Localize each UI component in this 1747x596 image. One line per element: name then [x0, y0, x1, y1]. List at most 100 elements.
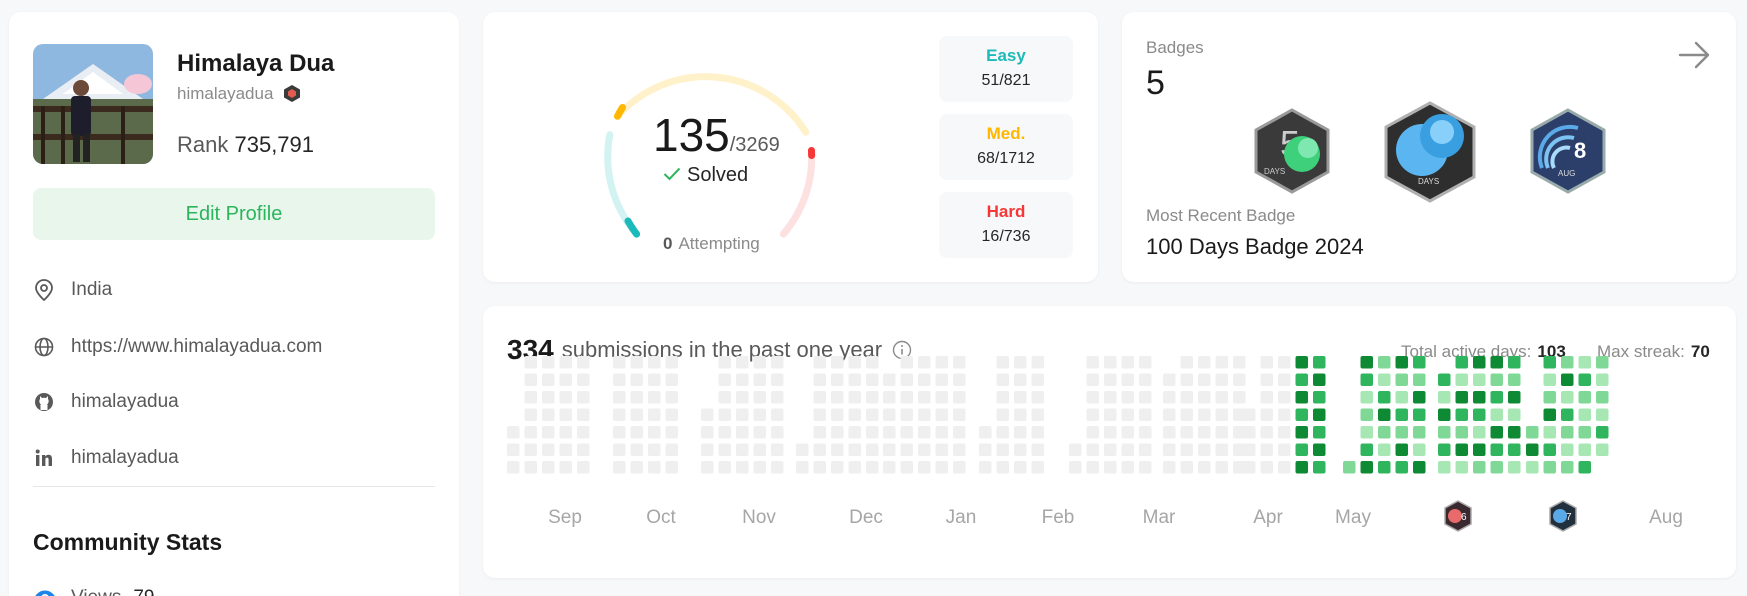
- heatmap-day[interactable]: [665, 461, 679, 474]
- heatmap-day[interactable]: [1086, 356, 1100, 369]
- heatmap-day[interactable]: [630, 391, 644, 404]
- heatmap-day[interactable]: [1260, 426, 1274, 439]
- heatmap-day[interactable]: [831, 408, 844, 422]
- heatmap-day[interactable]: [559, 408, 573, 422]
- heatmap-day[interactable]: [1413, 391, 1426, 404]
- heatmap-day[interactable]: [524, 391, 538, 404]
- heatmap-day[interactable]: [996, 356, 1010, 369]
- heatmap-day[interactable]: [648, 461, 661, 474]
- heatmap-day[interactable]: [1086, 373, 1100, 387]
- heatmap-day[interactable]: [736, 426, 749, 439]
- heatmap-day[interactable]: [1360, 356, 1374, 369]
- heatmap-day[interactable]: [630, 461, 644, 474]
- heatmap-day[interactable]: [1215, 391, 1229, 404]
- heatmap-day[interactable]: [542, 356, 555, 369]
- heatmap-day[interactable]: [996, 461, 1010, 474]
- heatmap-day[interactable]: [1395, 426, 1409, 439]
- heatmap-day[interactable]: [648, 426, 661, 439]
- heatmap-day[interactable]: [1395, 373, 1409, 387]
- heatmap-day[interactable]: [630, 443, 644, 457]
- heatmap-day[interactable]: [1561, 373, 1574, 387]
- heatmap-day[interactable]: [1378, 426, 1391, 439]
- heatmap-day[interactable]: [1139, 408, 1152, 422]
- heatmap-day[interactable]: [771, 408, 784, 422]
- heatmap-day[interactable]: [524, 408, 538, 422]
- heatmap-day[interactable]: [718, 373, 732, 387]
- heatmap-day[interactable]: [507, 461, 520, 474]
- heatmap-day[interactable]: [1243, 443, 1256, 457]
- heatmap-day[interactable]: [1014, 443, 1027, 457]
- heatmap-day[interactable]: [771, 443, 784, 457]
- heatmap-day[interactable]: [831, 356, 844, 369]
- heatmap-day[interactable]: [900, 426, 914, 439]
- heatmap-day[interactable]: [1378, 356, 1391, 369]
- heatmap-day[interactable]: [900, 408, 914, 422]
- heatmap-day[interactable]: [771, 373, 784, 387]
- heatmap-day[interactable]: [613, 443, 626, 457]
- heatmap-day[interactable]: [1295, 443, 1309, 457]
- heatmap-day[interactable]: [542, 408, 555, 422]
- linkedin-row[interactable]: himalayadua: [33, 443, 179, 473]
- month-badge-jul-icon[interactable]: 7: [1549, 500, 1577, 532]
- heatmap-day[interactable]: [1578, 373, 1592, 387]
- heatmap-day[interactable]: [1473, 408, 1486, 422]
- heatmap-day[interactable]: [1395, 391, 1409, 404]
- heatmap-day[interactable]: [1278, 373, 1291, 387]
- heatmap-day[interactable]: [1233, 391, 1246, 404]
- heatmap-day[interactable]: [736, 356, 749, 369]
- heatmap-day[interactable]: [613, 356, 626, 369]
- heatmap-day[interactable]: [1163, 391, 1176, 404]
- heatmap-day[interactable]: [848, 461, 862, 474]
- heatmap-day[interactable]: [1578, 356, 1592, 369]
- heatmap-day[interactable]: [701, 461, 714, 474]
- heatmap-day[interactable]: [1139, 443, 1152, 457]
- heatmap-day[interactable]: [753, 373, 767, 387]
- heatmap-day[interactable]: [996, 408, 1010, 422]
- heatmap-day[interactable]: [1596, 391, 1609, 404]
- heatmap-day[interactable]: [559, 426, 573, 439]
- heatmap-day[interactable]: [1508, 356, 1521, 369]
- heatmap-day[interactable]: [559, 356, 573, 369]
- heatmap-day[interactable]: [900, 461, 914, 474]
- heatmap-day[interactable]: [1360, 461, 1374, 474]
- heatmap-day[interactable]: [1596, 373, 1609, 387]
- heatmap-day[interactable]: [1313, 426, 1326, 439]
- heatmap-day[interactable]: [1086, 443, 1100, 457]
- heatmap-day[interactable]: [648, 391, 661, 404]
- heatmap-day[interactable]: [1163, 408, 1176, 422]
- heatmap-day[interactable]: [613, 461, 626, 474]
- heatmap-day[interactable]: [831, 391, 844, 404]
- heatmap-day[interactable]: [1508, 443, 1521, 457]
- heatmap-day[interactable]: [1014, 373, 1027, 387]
- heatmap-day[interactable]: [1578, 426, 1592, 439]
- heatmap-day[interactable]: [866, 461, 879, 474]
- heatmap-day[interactable]: [753, 461, 767, 474]
- heatmap-day[interactable]: [1343, 461, 1356, 474]
- heatmap-day[interactable]: [648, 356, 661, 369]
- heatmap-day[interactable]: [953, 443, 966, 457]
- heatmap-day[interactable]: [1243, 461, 1256, 474]
- heatmap-day[interactable]: [996, 443, 1010, 457]
- heatmap-day[interactable]: [753, 443, 767, 457]
- heatmap-day[interactable]: [1104, 356, 1117, 369]
- heatmap-day[interactable]: [1031, 391, 1045, 404]
- heatmap-day[interactable]: [996, 391, 1010, 404]
- heatmap-day[interactable]: [1104, 426, 1117, 439]
- heatmap-day[interactable]: [831, 461, 844, 474]
- heatmap-day[interactable]: [1031, 356, 1045, 369]
- heatmap-day[interactable]: [1578, 461, 1592, 474]
- heatmap-day[interactable]: [771, 391, 784, 404]
- heatmap-day[interactable]: [848, 373, 862, 387]
- heatmap-day[interactable]: [613, 426, 626, 439]
- heatmap-day[interactable]: [1086, 391, 1100, 404]
- heatmap-day[interactable]: [935, 461, 949, 474]
- heatmap-day[interactable]: [1163, 426, 1176, 439]
- heatmap-day[interactable]: [1360, 426, 1374, 439]
- heatmap-day[interactable]: [900, 391, 914, 404]
- heatmap-day[interactable]: [918, 356, 931, 369]
- heatmap-day[interactable]: [1121, 461, 1135, 474]
- heatmap-day[interactable]: [1378, 461, 1391, 474]
- heatmap-day[interactable]: [1031, 461, 1045, 474]
- heatmap-day[interactable]: [935, 391, 949, 404]
- heatmap-day[interactable]: [577, 443, 590, 457]
